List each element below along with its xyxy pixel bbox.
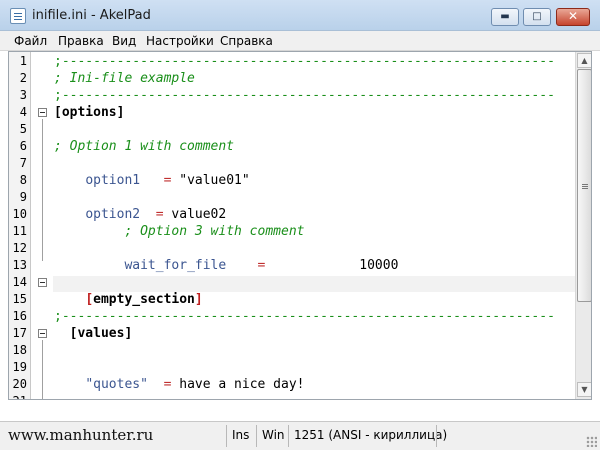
ini-key: option1: [85, 173, 141, 188]
code-line-2[interactable]: ; Ini-file example: [54, 70, 195, 87]
code-line-11[interactable]: ; Option 3 with comment: [54, 223, 304, 240]
line-number: 13: [12, 258, 27, 272]
ini-key: "quotes": [85, 377, 148, 392]
close-icon: ✕: [567, 9, 579, 23]
minimize-button[interactable]: ▬: [491, 8, 519, 26]
line-number: 11: [12, 224, 27, 238]
fold-collapse-icon[interactable]: [38, 329, 47, 338]
status-divider: [436, 425, 437, 447]
menu-settings[interactable]: Настройки: [146, 34, 214, 48]
code-line-6[interactable]: ; Option 1 with comment: [54, 138, 234, 155]
ini-value: have a nice day!: [179, 377, 305, 392]
status-bar: www.manhunter.ru Ins Win 1251 (ANSI - ки…: [0, 421, 600, 450]
minimize-icon: ▬: [500, 11, 510, 22]
ini-value: 10000: [359, 258, 399, 273]
status-divider: [256, 425, 257, 447]
line-number: 7: [19, 156, 27, 170]
line-number: 14: [12, 275, 27, 289]
code-line-1[interactable]: ;---------------------------------------…: [54, 53, 555, 70]
status-codepage[interactable]: 1251 (ANSI - кириллица): [294, 428, 447, 442]
line-number: 15: [12, 292, 27, 306]
section-close-bracket: ]: [194, 292, 203, 307]
line-number: 3: [19, 88, 27, 102]
fold-guide-line: [42, 119, 43, 261]
code-line-16[interactable]: ;---------------------------------------…: [54, 308, 555, 325]
scroll-down-button[interactable]: ▼: [577, 382, 591, 397]
scroll-up-button[interactable]: ▲: [577, 53, 591, 68]
ini-value: "value01": [179, 173, 250, 188]
ini-key: option2: [85, 207, 141, 222]
close-button[interactable]: ✕: [556, 8, 590, 26]
menu-edit[interactable]: Правка: [58, 34, 104, 48]
line-number: 21: [9, 394, 27, 399]
code-line-21[interactable]: string 100500: [54, 393, 187, 399]
line-number: 2: [19, 71, 27, 85]
fold-guide-line: [42, 340, 43, 399]
line-number: 10: [12, 207, 27, 221]
line-number: 1: [19, 54, 27, 68]
line-number: 17: [12, 326, 27, 340]
resize-grip-icon[interactable]: [586, 436, 597, 447]
line-number: 12: [12, 241, 27, 255]
ini-equals: =: [155, 207, 164, 222]
line-number: 6: [19, 139, 27, 153]
section-name: [values]: [69, 326, 133, 341]
scrollbar-thumb[interactable]: [577, 69, 591, 302]
app-document-icon[interactable]: [10, 8, 26, 24]
text-editor[interactable]: 1 2 3 4 5 6 7 8 9 10 11 12 13 14 15 16 1…: [8, 51, 592, 400]
section-open-bracket: [: [85, 292, 94, 307]
line-number: 4: [19, 105, 27, 119]
line-number: 8: [19, 173, 27, 187]
code-line-4[interactable]: [options]: [54, 104, 124, 121]
line-number-gutter: 1 2 3 4 5 6 7 8 9 10 11 12 13 14 15 16 1…: [9, 52, 31, 399]
fold-collapse-icon[interactable]: [38, 108, 47, 117]
comment-text: ; Option 3 with comment: [124, 224, 305, 239]
line-number: 20: [12, 377, 27, 391]
menu-file[interactable]: Файл: [14, 34, 47, 48]
section-name: empty_section: [93, 292, 195, 307]
maximize-icon: □: [532, 11, 542, 22]
status-divider: [226, 425, 227, 447]
maximize-button[interactable]: □: [523, 8, 551, 26]
code-line-17[interactable]: [values]: [54, 325, 133, 342]
fold-collapse-icon[interactable]: [38, 278, 47, 287]
title-bar[interactable]: inifile.ini - AkelPad ▬ □ ✕: [0, 0, 600, 31]
line-number: 19: [12, 360, 27, 374]
menu-bar: Файл Правка Вид Настройки Справка: [0, 31, 600, 51]
scroll-grip-icon: [582, 184, 588, 185]
vertical-scrollbar[interactable]: ▲ ▼: [575, 52, 591, 399]
menu-view[interactable]: Вид: [112, 34, 136, 48]
ini-key: wait_for_file: [124, 258, 227, 273]
line-number: 16: [12, 309, 27, 323]
status-divider: [288, 425, 289, 447]
window-title: inifile.ini - AkelPad: [32, 8, 151, 23]
watermark-text: www.manhunter.ru: [8, 426, 154, 444]
code-line-3[interactable]: ;---------------------------------------…: [54, 87, 555, 104]
status-insert-mode[interactable]: Ins: [232, 428, 249, 442]
line-number: 18: [12, 343, 27, 357]
line-number: 9: [19, 190, 27, 204]
status-newline[interactable]: Win: [262, 428, 285, 442]
fold-margin: [32, 52, 52, 399]
ini-value: value02: [171, 207, 227, 222]
line-number: 5: [19, 122, 27, 136]
menu-help[interactable]: Справка: [220, 34, 273, 48]
